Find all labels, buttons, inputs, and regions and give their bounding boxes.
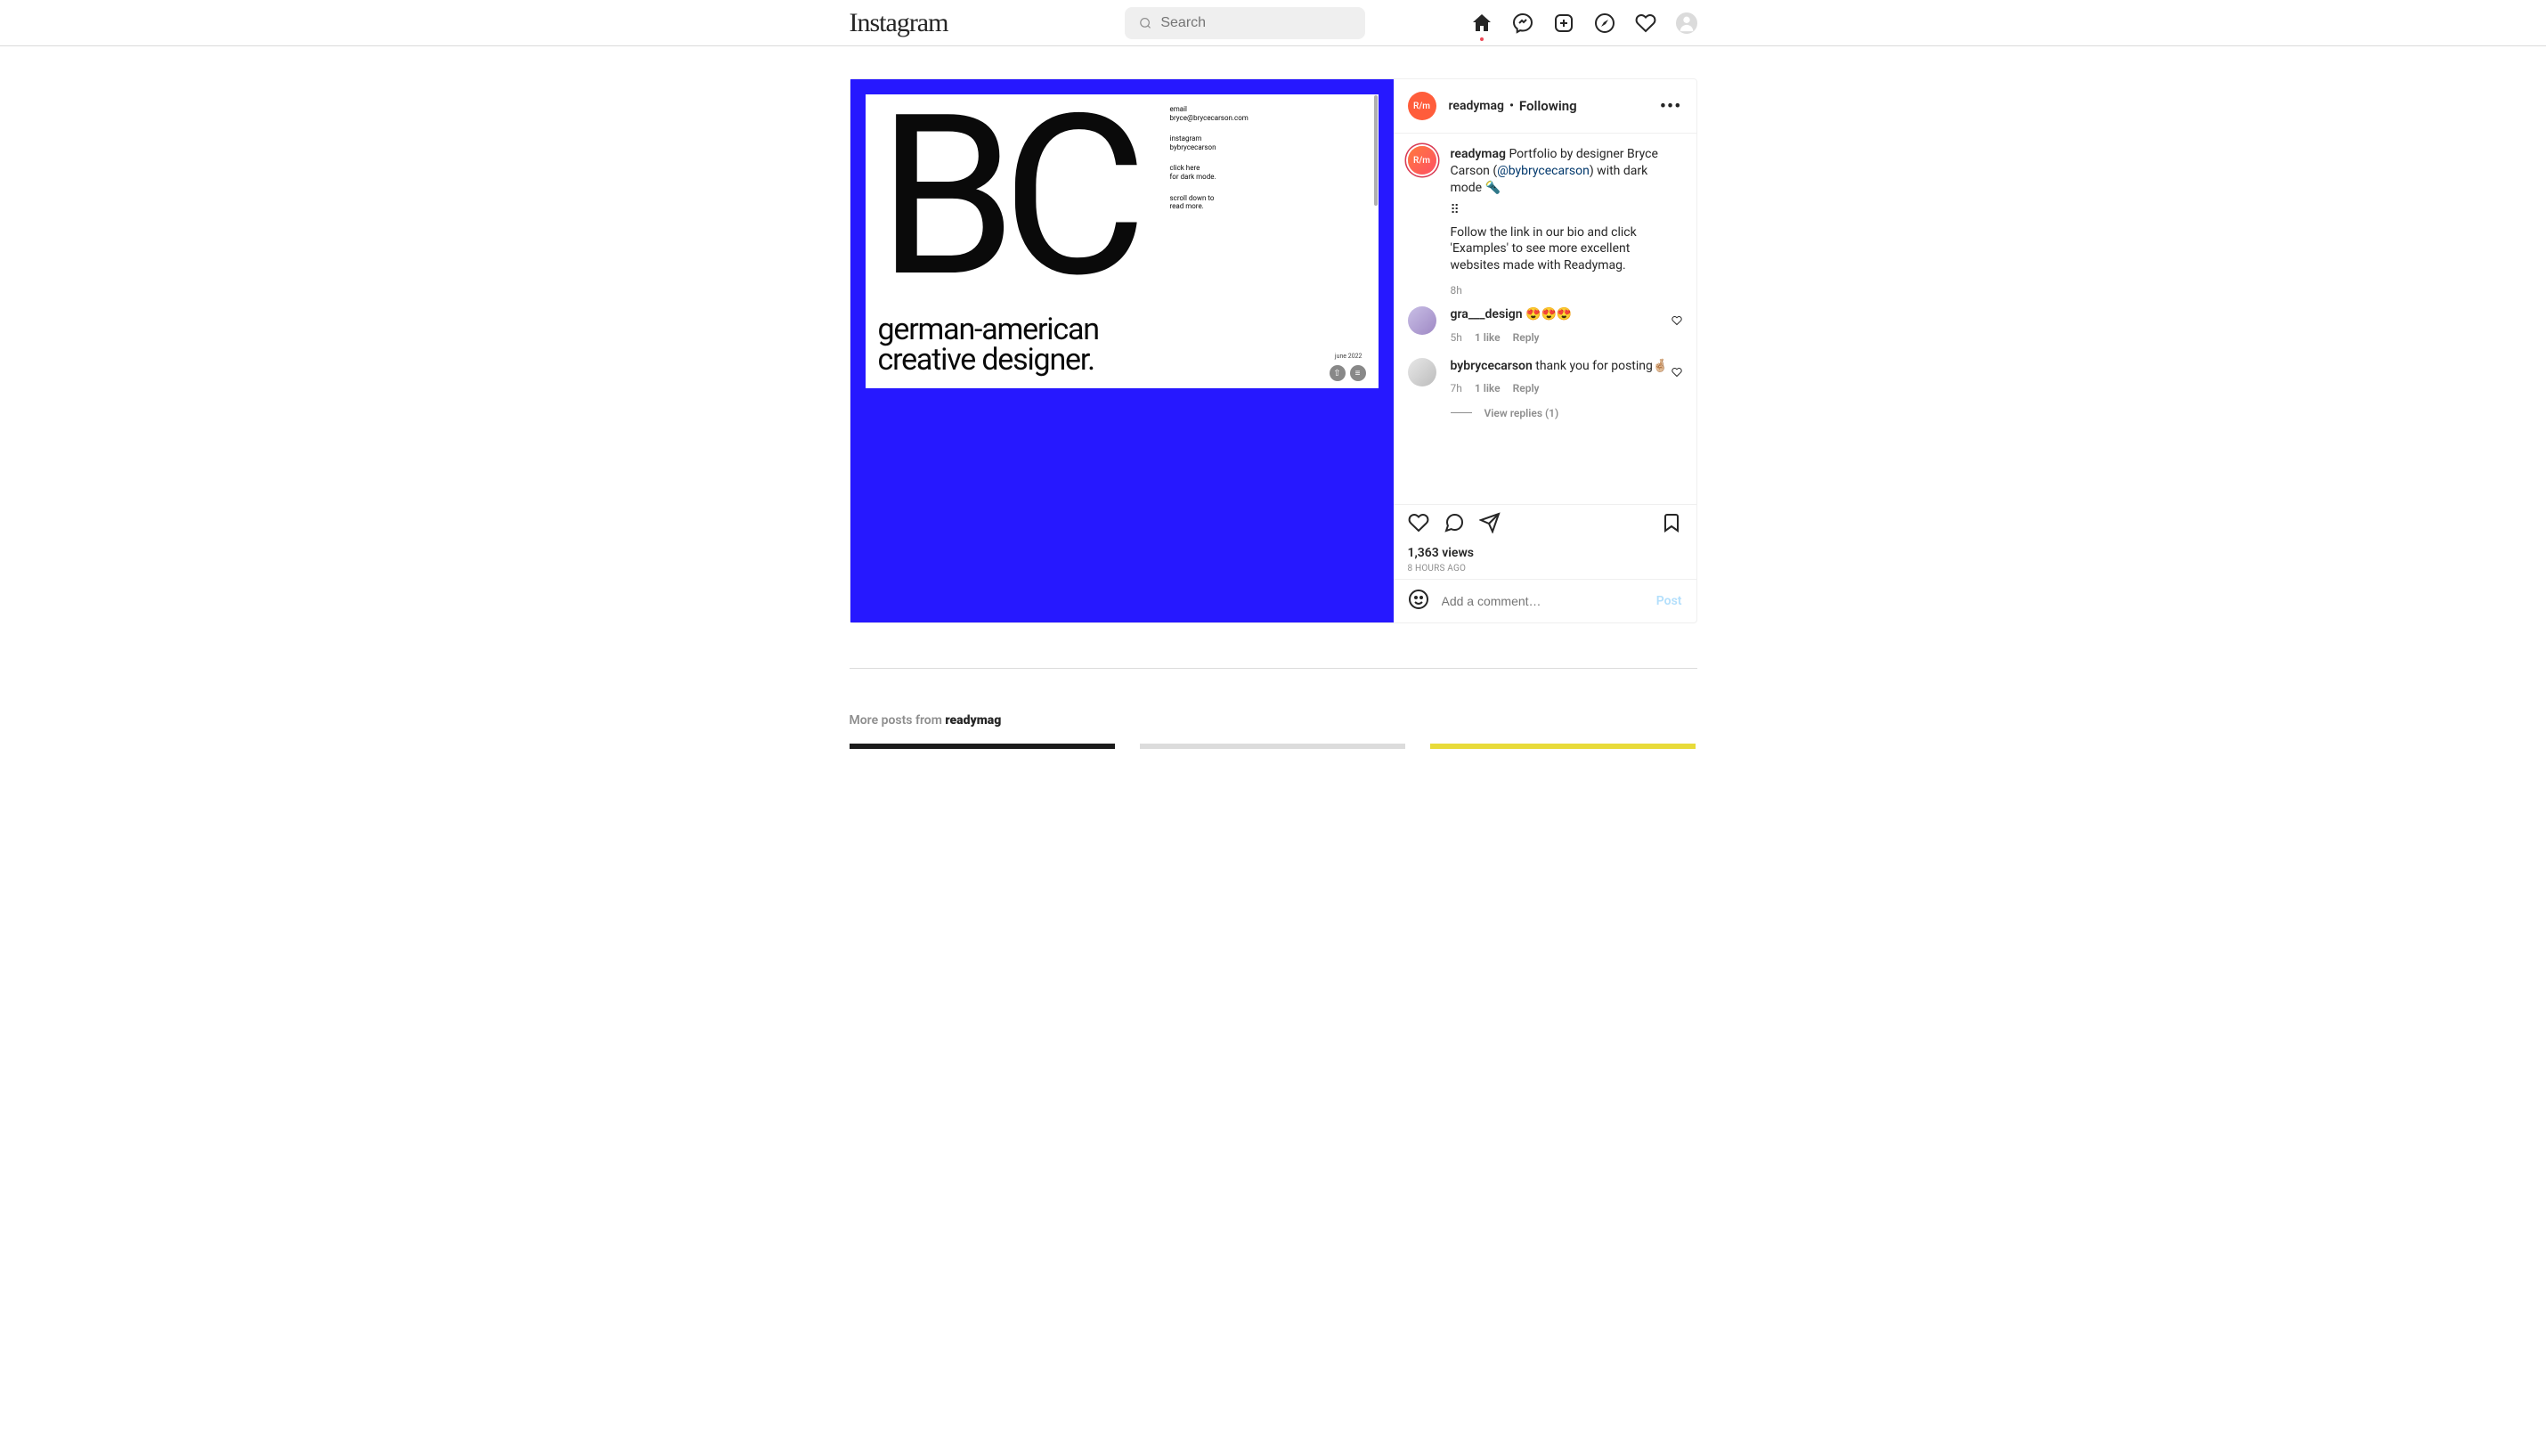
new-post-icon[interactable] — [1553, 12, 1574, 34]
comment-time: 5h — [1451, 330, 1462, 345]
more-posts-section: More posts from readymag — [850, 668, 1697, 749]
more-posts-row — [850, 744, 1697, 749]
post-card: BC email bryce@brycecarson.com instagram… — [850, 78, 1697, 623]
media-email-value: bryce@brycecarson.com — [1170, 114, 1249, 122]
add-comment-input[interactable] — [1442, 594, 1644, 608]
actions-bar: 1,363 views 8 HOURS AGO — [1394, 504, 1696, 579]
comment-avatar[interactable] — [1408, 306, 1436, 335]
comment-body: gra___design 😍😍😍 5h 1 like Reply — [1451, 306, 1672, 345]
save-button[interactable] — [1661, 512, 1682, 537]
view-replies-dash — [1451, 412, 1472, 413]
caption-line2: ⠿ — [1451, 202, 1682, 219]
media-subtitle-2: creative designer. — [878, 342, 1094, 378]
author-avatar[interactable]: R/m — [1408, 92, 1436, 120]
media-pills: ⇧ ≡ — [1330, 365, 1366, 381]
post-sidebar: R/m readymag • Following ••• R/m readyma… — [1394, 79, 1696, 622]
comments-scroll-area[interactable]: R/m readymag Portfolio by designer Bryce… — [1394, 134, 1696, 504]
more-options-button[interactable]: ••• — [1660, 97, 1682, 116]
post-comment-button[interactable]: Post — [1656, 594, 1682, 608]
comment-likes[interactable]: 1 like — [1475, 330, 1501, 345]
top-nav: Instagram — [0, 0, 2546, 46]
media-ig-value: bybrycecarson — [1170, 143, 1216, 151]
share-button[interactable] — [1479, 512, 1501, 537]
like-comment-button[interactable] — [1672, 358, 1682, 396]
messenger-icon[interactable] — [1512, 12, 1533, 34]
post-timestamp: 8 HOURS AGO — [1408, 564, 1682, 573]
view-replies-label: View replies (1) — [1484, 407, 1559, 419]
follow-status[interactable]: Following — [1519, 98, 1577, 114]
views-count[interactable]: 1,363 views — [1408, 546, 1682, 560]
caption-avatar[interactable]: R/m — [1408, 146, 1436, 175]
explore-icon[interactable] — [1594, 12, 1615, 34]
like-comment-button[interactable] — [1672, 306, 1682, 345]
view-replies-button[interactable]: View replies (1) — [1451, 407, 1682, 419]
media-content-frame: BC email bryce@brycecarson.com instagram… — [866, 94, 1379, 388]
media-email-label: email — [1170, 105, 1188, 113]
media-dark-2: for dark mode. — [1170, 173, 1216, 181]
top-nav-inner: Instagram — [850, 0, 1697, 45]
comment-username[interactable]: bybrycecarson — [1451, 359, 1533, 373]
search-icon — [1139, 16, 1151, 30]
media-side-info: email bryce@brycecarson.com instagram by… — [1170, 105, 1249, 224]
notification-dot — [1480, 37, 1484, 41]
comment-meta: 7h 1 like Reply — [1451, 381, 1672, 395]
comment-row: gra___design 😍😍😍 5h 1 like Reply — [1408, 306, 1682, 345]
separator-dot: • — [1509, 99, 1514, 113]
post-header: R/m readymag • Following ••• — [1394, 79, 1696, 134]
menu-pill-icon: ≡ — [1350, 365, 1366, 381]
search-input[interactable] — [1160, 15, 1351, 31]
more-posts-user[interactable]: readymag — [945, 713, 1001, 728]
actions-icons — [1408, 512, 1682, 537]
comment-meta: 5h 1 like Reply — [1451, 330, 1672, 345]
nav-icon-group — [1471, 12, 1697, 34]
brand-logo[interactable]: Instagram — [850, 8, 948, 38]
comment-likes[interactable]: 1 like — [1475, 381, 1501, 395]
comment-row: bybrycecarson thank you for posting🤞🏼 7h… — [1408, 358, 1682, 396]
comment-time: 7h — [1451, 381, 1462, 395]
add-comment-row: Post — [1394, 579, 1696, 622]
media-date: june 2022 — [1335, 353, 1362, 360]
caption-time: 8h — [1451, 283, 1682, 297]
like-button[interactable] — [1408, 512, 1429, 537]
media-dark-1: click here — [1170, 164, 1200, 172]
comment-text: thank you for posting🤞🏼 — [1533, 359, 1669, 373]
more-posts-title: More posts from readymag — [850, 713, 1697, 728]
caption-mention[interactable]: @bybrycecarson — [1497, 164, 1590, 178]
share-pill-icon: ⇧ — [1330, 365, 1346, 381]
home-icon[interactable] — [1471, 12, 1493, 34]
activity-heart-icon[interactable] — [1635, 12, 1656, 34]
media-scroll-2: read more. — [1170, 202, 1204, 210]
comment-body: bybrycecarson thank you for posting🤞🏼 7h… — [1451, 358, 1672, 396]
post-media[interactable]: BC email bryce@brycecarson.com instagram… — [850, 79, 1394, 622]
comment-button[interactable] — [1444, 512, 1465, 537]
comment-username[interactable]: gra___design — [1451, 307, 1523, 321]
caption-body: readymag Portfolio by designer Bryce Car… — [1451, 146, 1682, 297]
caption-line3: Follow the link in our bio and click 'Ex… — [1451, 224, 1682, 275]
media-initials: BC — [878, 102, 1366, 293]
author-username[interactable]: readymag — [1449, 99, 1504, 113]
media-scrollbar — [1374, 95, 1378, 206]
emoji-picker-button[interactable] — [1408, 589, 1429, 614]
comment-reply-button[interactable]: Reply — [1513, 381, 1540, 395]
comment-avatar[interactable] — [1408, 358, 1436, 386]
more-post-thumb[interactable] — [850, 744, 1115, 749]
media-ig-label: instagram — [1170, 134, 1202, 142]
comment-reply-button[interactable]: Reply — [1513, 330, 1540, 345]
more-post-thumb[interactable] — [1430, 744, 1696, 749]
caption-row: R/m readymag Portfolio by designer Bryce… — [1408, 146, 1682, 297]
caption-username[interactable]: readymag — [1451, 147, 1506, 161]
media-subtitle: german-american creative designer. — [878, 314, 1099, 376]
more-post-thumb[interactable] — [1140, 744, 1405, 749]
more-posts-label: More posts from — [850, 713, 946, 728]
search-box[interactable] — [1125, 7, 1365, 39]
main-container: BC email bryce@brycecarson.com instagram… — [850, 78, 1697, 623]
comment-text: 😍😍😍 — [1523, 307, 1573, 321]
media-scroll-1: scroll down to — [1170, 194, 1215, 202]
profile-avatar[interactable] — [1676, 12, 1697, 34]
section-divider — [850, 668, 1697, 669]
